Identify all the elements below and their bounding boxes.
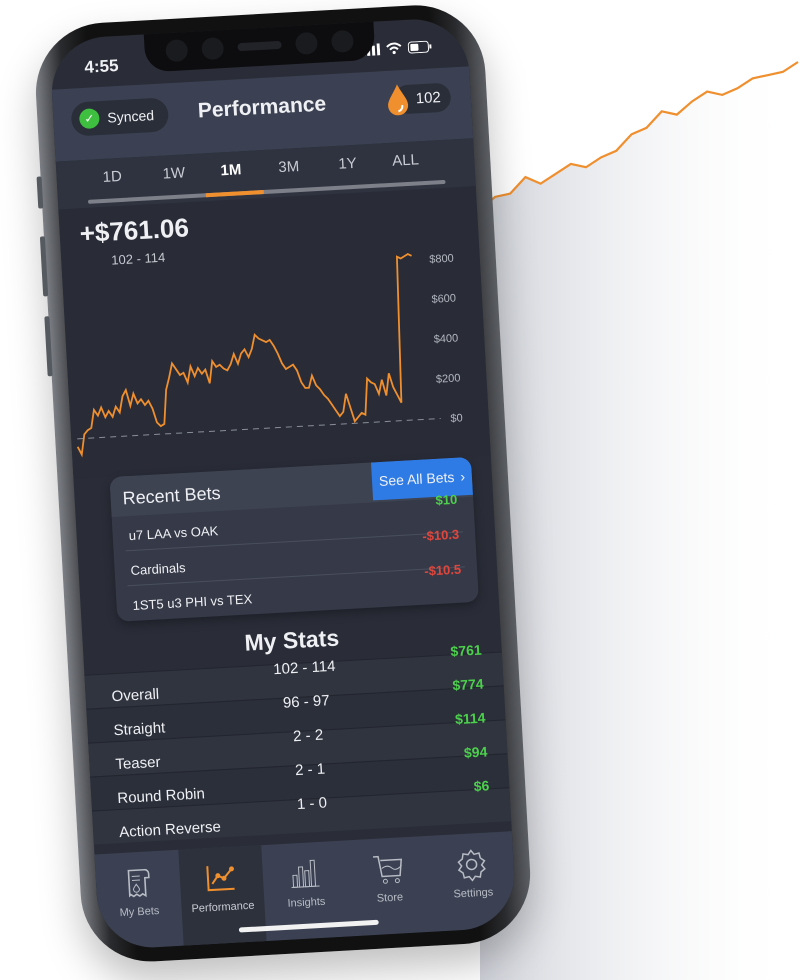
- recent-bets-card: Recent Bets See All Bets › u7 LAA vs OAK…: [109, 456, 479, 622]
- drop-icon: [388, 84, 409, 116]
- chevron-right-icon: ›: [459, 468, 466, 485]
- tab-1y[interactable]: 1Y: [338, 155, 357, 173]
- phone-mockup: 4:55 ✓ Synced Performance 102 1D 1W 1M 3…: [32, 1, 534, 966]
- y-tick-label: $800: [429, 253, 454, 266]
- tab-3m[interactable]: 3M: [278, 158, 300, 176]
- profit-line: [76, 253, 412, 458]
- drops-counter[interactable]: 102: [385, 79, 452, 117]
- y-tick-label: $600: [431, 292, 456, 305]
- tab-all[interactable]: ALL: [392, 151, 420, 169]
- gear-icon: [457, 849, 487, 882]
- recent-bets-title: Recent Bets: [122, 482, 222, 509]
- y-tick-label: $0: [450, 412, 463, 425]
- zero-baseline: [77, 417, 441, 440]
- battery-icon: [407, 40, 432, 54]
- tab-1d[interactable]: 1D: [102, 168, 122, 186]
- see-all-bets-button[interactable]: See All Bets ›: [371, 456, 473, 501]
- total-record: 102 - 114: [110, 249, 166, 268]
- cart-icon: [372, 855, 402, 884]
- my-stats-table: Overall 102 - 114 $761 Straight 96 - 97 $774…: [84, 642, 512, 845]
- wifi-icon: [386, 42, 402, 55]
- receipt-icon: [127, 868, 150, 898]
- tab-settings[interactable]: Settings: [428, 831, 517, 932]
- total-profit: +$761.06: [78, 212, 190, 249]
- tab-my-bets[interactable]: My Bets: [94, 850, 183, 951]
- tab-1m[interactable]: 1M: [220, 161, 242, 179]
- bar-chart-icon: [291, 859, 320, 889]
- status-time: 4:55: [83, 55, 120, 77]
- tab-1w[interactable]: 1W: [162, 164, 185, 182]
- app-screen: 4:55 ✓ Synced Performance 102 1D 1W 1M 3…: [48, 16, 518, 951]
- performance-chart: $0 $200 $400 $600 $800 +$761.06 102 - 114: [58, 186, 491, 480]
- range-active-indicator: [205, 190, 264, 198]
- line-chart-icon: [206, 866, 236, 892]
- y-tick-label: $400: [433, 332, 458, 345]
- y-tick-label: $200: [436, 372, 461, 385]
